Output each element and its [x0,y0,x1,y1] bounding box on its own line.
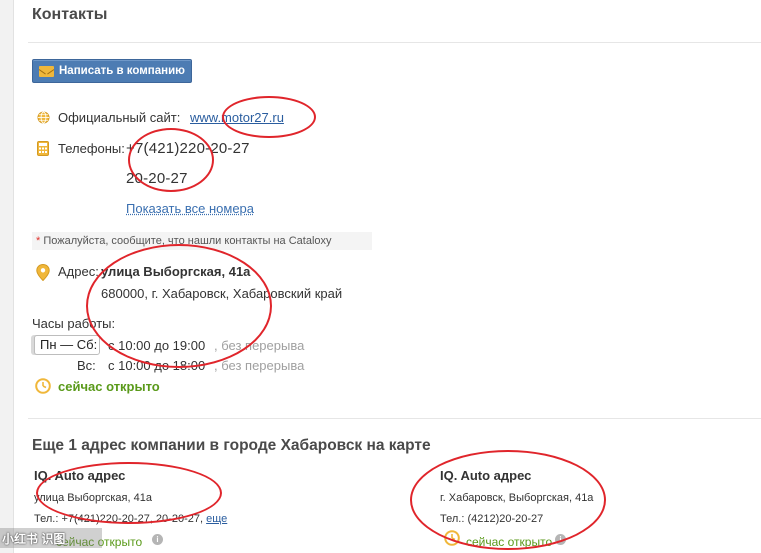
contacts-panel: Контакты Написать в компанию Официальный… [14,0,761,553]
section-title: Контакты [32,6,108,23]
calculator-icon [37,141,49,156]
branch-card-title[interactable]: IQ. Auto адрес [440,468,531,483]
address-street: улица Выборгская, 41а [101,264,251,279]
write-to-company-label: Написать в компанию [59,65,185,77]
location-pin-icon [36,264,50,281]
info-icon[interactable]: i [555,534,566,545]
hours-note: , без перерыва [214,338,305,353]
phone-number[interactable]: +7(421)220-20-27 [126,140,250,157]
phones-label: Телефоны: [58,141,125,156]
branch-card-phone-label: Тел.: [34,513,59,525]
divider [28,418,761,419]
hours-time: с 10:00 до 19:00 [108,338,206,353]
clock-icon [35,378,51,394]
clock-icon [444,530,460,546]
more-phones-link[interactable]: еще [206,513,227,525]
branch-card-phone-values: +7(421)220-20-27, 20-20-27, [61,513,204,525]
website-label: Официальный сайт: [58,110,181,125]
branch-card-phones: Тел.: (4212)20-20-27 [440,513,543,525]
branch-card-address: г. Хабаровск, Выборгская, 41а [440,492,594,504]
notice-text: Пожалуйста, сообщите, что нашли контакты… [43,235,332,247]
branch-card-phones: Тел.: +7(421)220-20-27, 20-20-27, еще [34,513,227,525]
write-to-company-button[interactable]: Написать в компанию [32,59,192,83]
open-now-status: сейчас открыто [58,379,160,394]
more-addresses-title: Еще 1 адрес компании в городе Хабаровск … [32,437,431,454]
address-city: 680000, г. Хабаровск, Хабаровский край [101,286,343,301]
address-label: Адрес: [58,264,99,279]
globe-icon [37,111,50,124]
info-icon[interactable]: i [152,534,163,545]
hours-note: , без перерыва [214,358,305,373]
branch-card-phone-values: (4212)20-20-27 [467,513,544,525]
watermark: 小红书 识图 [2,532,66,546]
show-all-numbers-link[interactable]: Показать все номера [126,201,254,216]
branch-card-phone-label: Тел.: [440,513,465,525]
branch-card-title[interactable]: IQ. Auto адрес [34,468,125,483]
branch-card-status: сейчас открыто [466,535,553,549]
envelope-icon [39,65,54,77]
working-hours-title: Часы работы: [32,316,116,331]
left-gutter [0,0,14,553]
hours-day: Вс: [77,358,96,373]
divider [28,42,761,43]
website-link[interactable]: www.motor27.ru [190,110,284,125]
phone-number[interactable]: 20-20-27 [126,170,188,187]
branch-card-address: улица Выборгская, 41а [34,492,152,504]
hours-time: с 10:00 до 18:00 [108,358,206,373]
hours-day-current: Пн — Сб: [34,335,100,355]
notice-bar: * Пожалуйста, сообщите, что нашли контак… [32,232,372,250]
notice-star: * [36,235,41,247]
